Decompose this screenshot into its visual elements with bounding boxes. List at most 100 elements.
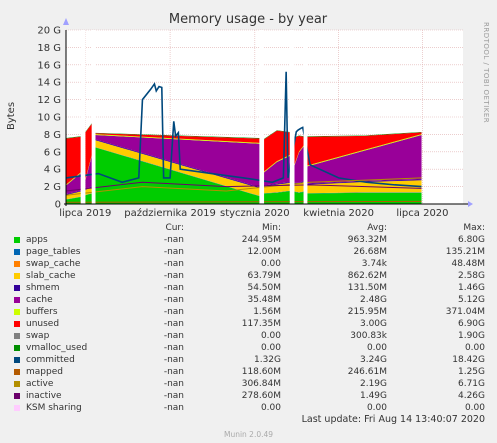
legend-cur: -nan bbox=[163, 403, 184, 413]
y-tick-label: 20 G bbox=[37, 26, 61, 37]
y-tick-label: 18 G bbox=[37, 43, 61, 54]
legend-name: swap bbox=[26, 331, 50, 341]
legend-row-ksm-sharing: KSM sharing -nan 0.00 0.00 0.00 bbox=[0, 402, 497, 414]
header-min: Min: bbox=[261, 223, 281, 233]
header-cur: Cur: bbox=[165, 223, 184, 233]
legend-name: vmalloc_used bbox=[26, 343, 88, 353]
legend-cur: -nan bbox=[163, 247, 184, 257]
y-axis-label: Bytes bbox=[6, 102, 17, 130]
legend-max: 0.00 bbox=[464, 403, 485, 413]
legend-name: inactive bbox=[26, 391, 62, 401]
legend-avg: 2.48G bbox=[359, 295, 387, 305]
legend-row-mapped: mapped -nan 118.60M 246.61M 1.25G bbox=[0, 366, 497, 378]
legend-max: 1.46G bbox=[457, 283, 485, 293]
legend-max: 1.90G bbox=[457, 331, 485, 341]
legend-name: mapped bbox=[26, 367, 63, 377]
legend-max: 5.12G bbox=[457, 295, 485, 305]
legend-avg: 3.24G bbox=[359, 355, 387, 365]
legend-avg: 26.68M bbox=[353, 247, 387, 257]
legend-swatch bbox=[14, 345, 20, 351]
data-gap bbox=[80, 30, 86, 204]
legend-avg: 1.49G bbox=[359, 391, 387, 401]
legend-max: 1.25G bbox=[457, 367, 485, 377]
y-ticks: 02 G4 G6 G8 G10 G12 G14 G16 G18 G20 G bbox=[37, 26, 61, 211]
header-avg: Avg: bbox=[367, 223, 387, 233]
legend-swatch bbox=[14, 369, 20, 375]
legend-min: 0.00 bbox=[260, 331, 281, 341]
legend-name: buffers bbox=[26, 307, 58, 317]
area-apps bbox=[307, 192, 422, 204]
legend-cur: -nan bbox=[163, 343, 184, 353]
legend: Cur: Min: Avg: Max: apps -nan 244.95M 963.3… bbox=[0, 222, 497, 414]
legend-name: swap_cache bbox=[26, 259, 81, 269]
legend-min: 117.35M bbox=[241, 319, 281, 329]
legend-swatch bbox=[14, 357, 20, 363]
legend-cur: -nan bbox=[163, 283, 184, 293]
legend-avg: 0.00 bbox=[366, 403, 387, 413]
legend-max: 2.58G bbox=[457, 271, 485, 281]
last-update: Last update: Fri Aug 14 13:40:07 2020 bbox=[301, 414, 485, 425]
legend-cur: -nan bbox=[163, 379, 184, 389]
x-tick-label: stycznia 2020 bbox=[220, 208, 290, 219]
data-gap bbox=[91, 30, 96, 204]
legend-row-cache: cache -nan 35.48M 2.48G 5.12G bbox=[0, 294, 497, 306]
y-tick-label: 8 G bbox=[44, 130, 61, 141]
legend-swatch bbox=[14, 285, 20, 291]
legend-avg: 3.00G bbox=[359, 319, 387, 329]
legend-row-page-tables: page_tables -nan 12.00M 26.68M 135.21M bbox=[0, 246, 497, 258]
legend-cur: -nan bbox=[163, 235, 184, 245]
legend-max: 18.42G bbox=[452, 355, 485, 365]
legend-cur: -nan bbox=[163, 259, 184, 269]
legend-name: active bbox=[26, 379, 54, 389]
y-tick-label: 12 G bbox=[37, 95, 61, 106]
legend-cur: -nan bbox=[163, 307, 184, 317]
legend-cur: -nan bbox=[163, 295, 184, 305]
legend-name: unused bbox=[26, 319, 60, 329]
legend-row-shmem: shmem -nan 54.50M 131.50M 1.46G bbox=[0, 282, 497, 294]
x-tick-label: lipca 2020 bbox=[396, 208, 448, 219]
y-tick-label: 2 G bbox=[44, 182, 61, 193]
legend-name: cache bbox=[26, 295, 53, 305]
legend-rows: apps -nan 244.95M 963.32M 6.80G page_tables -n… bbox=[0, 234, 497, 414]
legend-header: Cur: Min: Avg: Max: bbox=[0, 222, 497, 234]
legend-min: 118.60M bbox=[241, 367, 281, 377]
legend-min: 1.56M bbox=[253, 307, 281, 317]
legend-max: 4.26G bbox=[457, 391, 485, 401]
legend-cur: -nan bbox=[163, 319, 184, 329]
legend-min: 35.48M bbox=[247, 295, 281, 305]
legend-max: 6.90G bbox=[457, 319, 485, 329]
legend-avg: 300.83k bbox=[350, 331, 387, 341]
legend-max: 6.71G bbox=[457, 379, 485, 389]
legend-max: 6.80G bbox=[457, 235, 485, 245]
legend-swatch bbox=[14, 405, 20, 411]
legend-min: 12.00M bbox=[247, 247, 281, 257]
legend-min: 0.00 bbox=[260, 403, 281, 413]
y-axis-arrow bbox=[63, 18, 69, 25]
legend-name: shmem bbox=[26, 283, 60, 293]
legend-row-vmalloc-used: vmalloc_used -nan 0.00 0.00 0.00 bbox=[0, 342, 497, 354]
x-tick-label: lipca 2019 bbox=[59, 208, 111, 219]
legend-avg: 2.19G bbox=[359, 379, 387, 389]
legend-swatch bbox=[14, 393, 20, 399]
chart-title: Memory usage - by year bbox=[169, 12, 328, 27]
legend-swatch bbox=[14, 309, 20, 315]
legend-row-buffers: buffers -nan 1.56M 215.95M 371.04M bbox=[0, 306, 497, 318]
legend-min: 54.50M bbox=[247, 283, 281, 293]
memory-chart: Memory usage - by year Bytes RRDTOOL / T… bbox=[6, 12, 490, 219]
legend-avg: 3.74k bbox=[361, 259, 387, 269]
legend-row-committed: committed -nan 1.32G 3.24G 18.42G bbox=[0, 354, 497, 366]
legend-swatch bbox=[14, 249, 20, 255]
legend-min: 0.00 bbox=[260, 343, 281, 353]
legend-name: slab_cache bbox=[26, 271, 76, 281]
legend-cur: -nan bbox=[163, 391, 184, 401]
legend-swatch bbox=[14, 333, 20, 339]
legend-avg: 246.61M bbox=[347, 367, 387, 377]
x-axis-arrow bbox=[468, 201, 473, 207]
y-tick-label: 6 G bbox=[44, 147, 61, 158]
legend-max: 371.04M bbox=[445, 307, 485, 317]
legend-row-apps: apps -nan 244.95M 963.32M 6.80G bbox=[0, 234, 497, 246]
legend-avg: 131.50M bbox=[347, 283, 387, 293]
legend-min: 278.60M bbox=[241, 391, 281, 401]
data-gap bbox=[289, 30, 295, 204]
legend-swatch bbox=[14, 273, 20, 279]
